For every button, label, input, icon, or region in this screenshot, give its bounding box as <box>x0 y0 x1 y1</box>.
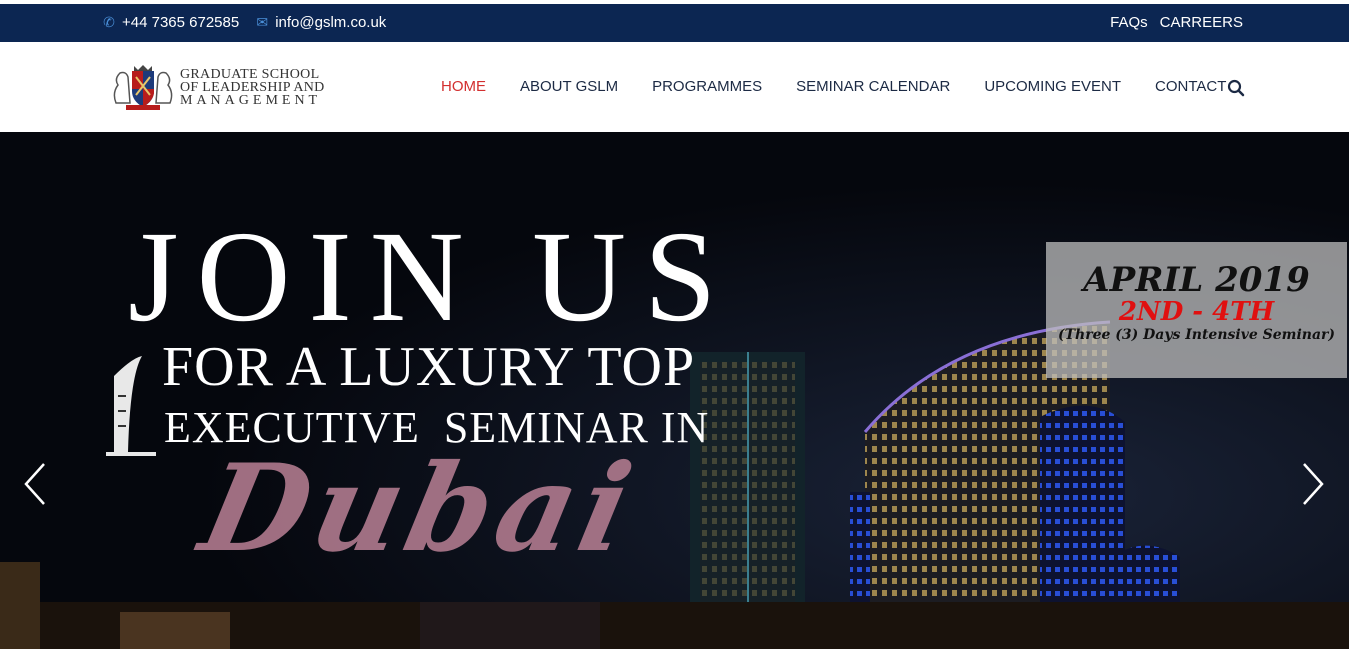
nav-upcoming-event[interactable]: UPCOMING EVENT <box>967 78 1138 95</box>
hero-city: Dubai <box>190 438 649 579</box>
careers-link[interactable]: CARREERS <box>1160 14 1243 31</box>
logo-line-1: GRADUATE SCHOOL <box>180 66 320 82</box>
crest-icon <box>113 65 173 110</box>
search-icon[interactable] <box>1227 79 1245 97</box>
event-description: (Three (3) Days Intensive Seminar) <box>1057 327 1336 343</box>
phone-contact[interactable]: ✆ +44 7365 672585 <box>102 14 239 31</box>
chevron-right-icon[interactable] <box>1298 460 1328 508</box>
email-address: info@gslm.co.uk <box>275 14 387 31</box>
nav-about[interactable]: ABOUT GSLM <box>503 78 635 95</box>
event-month: APRIL 2019 <box>1083 260 1310 300</box>
site-logo[interactable]: GRADUATE SCHOOL OF LEADERSHIP AND MANAGE… <box>110 62 355 112</box>
email-contact[interactable]: ✉ info@gslm.co.uk <box>255 14 386 31</box>
logo-line-3: MANAGEMENT <box>180 92 322 108</box>
burj-al-arab-icon <box>106 356 156 456</box>
nav-home[interactable]: HOME <box>424 78 503 95</box>
main-nav: HOME ABOUT GSLM PROGRAMMES SEMINAR CALEN… <box>424 78 1243 95</box>
envelope-icon: ✉ <box>256 14 269 30</box>
hero-headline: JOIN US <box>128 205 735 349</box>
top-bar: ✆ +44 7365 672585 ✉ info@gslm.co.uk FAQs… <box>0 4 1349 42</box>
main-header: GRADUATE SCHOOL OF LEADERSHIP AND MANAGE… <box>0 42 1349 132</box>
event-dates: 2ND - 4TH <box>1118 297 1275 327</box>
faqs-link[interactable]: FAQs <box>1110 14 1148 31</box>
hero-line-2: FOR A LUXURY TOP <box>162 336 696 398</box>
contact-info: ✆ +44 7365 672585 ✉ info@gslm.co.uk <box>102 14 394 31</box>
logo-line-2: OF LEADERSHIP AND <box>180 79 325 95</box>
nav-programmes[interactable]: PROGRAMMES <box>635 78 779 95</box>
phone-icon: ✆ <box>103 14 115 30</box>
chevron-left-icon[interactable] <box>20 460 50 508</box>
event-date-box: APRIL 2019 2ND - 4TH (Three (3) Days Int… <box>1046 242 1347 378</box>
hero-slider: JOIN US FOR A LUXURY TOP EXECUTIVE SEMIN… <box>0 132 1349 649</box>
logo-text: GRADUATE SCHOOL OF LEADERSHIP AND MANAGE… <box>180 66 325 108</box>
top-links: FAQs CARREERS <box>1110 14 1243 31</box>
phone-number: +44 7365 672585 <box>122 14 240 31</box>
nav-seminar-calendar[interactable]: SEMINAR CALENDAR <box>779 78 967 95</box>
